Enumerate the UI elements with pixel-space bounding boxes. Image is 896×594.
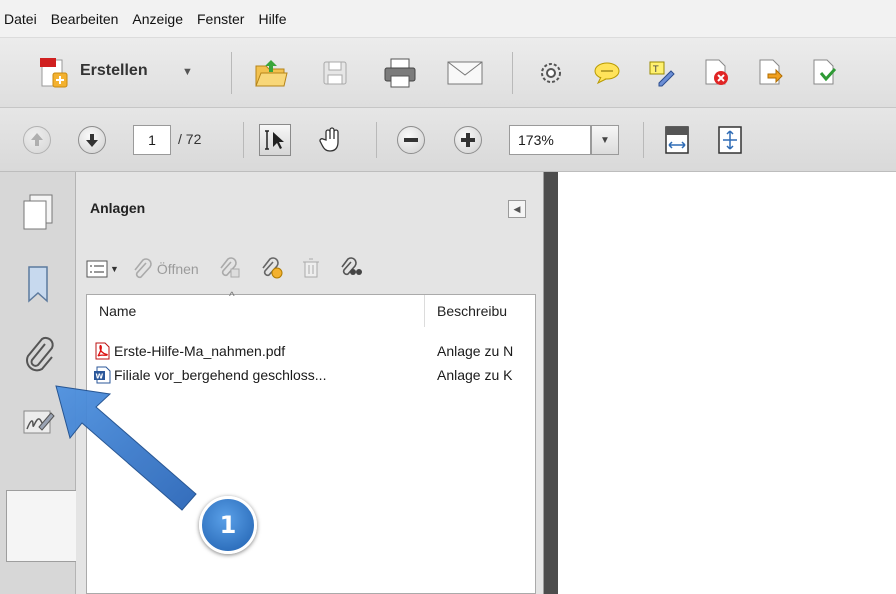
attachment-name: Erste-Hilfe-Ma_nahmen.pdf: [114, 343, 286, 359]
options-dropdown-icon: ▼: [110, 264, 119, 274]
zoom-out-button[interactable]: [397, 126, 425, 154]
save-icon[interactable]: [318, 56, 352, 90]
svg-text:T: T: [652, 65, 659, 75]
delete-attachment-icon[interactable]: [301, 257, 321, 282]
select-tool-icon[interactable]: [259, 124, 291, 156]
hand-tool-icon[interactable]: [316, 124, 348, 156]
toolbar-divider: [643, 122, 644, 158]
create-button[interactable]: Erstellen: [80, 62, 148, 80]
word-file-icon: W: [94, 366, 111, 384]
zoom-input[interactable]: 173%: [509, 125, 591, 155]
column-name-label: Name: [99, 303, 137, 319]
main-toolbar: Erstellen ▼ T: [0, 38, 896, 108]
settings-gear-icon[interactable]: [536, 58, 566, 88]
attachments-toolbar: ▼ Öffnen: [86, 252, 363, 286]
highlight-edit-icon[interactable]: T: [646, 58, 678, 88]
toolbar-divider: [376, 122, 377, 158]
sort-ascending-icon: ^: [229, 289, 235, 303]
menu-hilfe[interactable]: Hilfe: [258, 11, 294, 27]
menu-anzeige[interactable]: Anzeige: [132, 11, 191, 27]
menu-datei[interactable]: Datei: [4, 11, 45, 27]
attachment-description: Anlage zu N: [437, 343, 514, 359]
search-attachment-icon[interactable]: [339, 256, 363, 282]
arrow-down-icon: [86, 134, 98, 147]
secure-file-icon[interactable]: [808, 56, 840, 88]
comment-icon[interactable]: [592, 58, 622, 88]
document-page[interactable]: [558, 172, 896, 594]
attachment-name-cell: W Filiale vor_bergehend geschloss...: [93, 363, 423, 387]
attachments-tab-active: [6, 490, 78, 562]
toolbar-divider: [231, 52, 232, 94]
add-attachment-icon[interactable]: [259, 256, 283, 282]
fit-width-icon[interactable]: [661, 124, 693, 156]
reject-file-icon[interactable]: [700, 56, 732, 88]
annotation-badge: 1: [199, 496, 257, 554]
arrow-up-icon: [31, 133, 43, 146]
signatures-icon[interactable]: [10, 394, 66, 450]
attachment-row[interactable]: Erste-Hilfe-Ma_nahmen.pdf Anlage zu N: [87, 339, 537, 363]
menu-fenster[interactable]: Fenster: [197, 11, 252, 27]
open-attachment-button[interactable]: Öffnen: [131, 258, 199, 280]
column-description-label: Beschreibu: [437, 303, 508, 319]
attachments-panel: Anlagen ◀ ▼ Öffnen ^ Name Beschreibu Ers…: [76, 172, 544, 594]
pdf-file-icon: [95, 342, 110, 360]
attachment-name-cell: Erste-Hilfe-Ma_nahmen.pdf: [93, 339, 423, 363]
svg-text:W: W: [96, 373, 104, 381]
open-attachment-label: Öffnen: [156, 261, 199, 277]
options-menu-button[interactable]: ▼: [86, 260, 119, 278]
save-attachment-icon[interactable]: [217, 256, 241, 282]
open-clip-icon: [134, 258, 152, 279]
create-dropdown-icon[interactable]: ▼: [182, 66, 193, 78]
column-header-description[interactable]: Beschreibu: [425, 295, 537, 327]
menu-bearbeiten[interactable]: Bearbeiten: [51, 11, 127, 27]
minus-icon: [404, 138, 418, 142]
next-page-button[interactable]: [78, 126, 106, 154]
email-icon[interactable]: [444, 56, 486, 90]
attachments-icon[interactable]: [10, 326, 66, 382]
page-number-input[interactable]: 1: [133, 125, 171, 155]
page-total: / 72: [178, 131, 202, 147]
export-file-icon[interactable]: [754, 56, 786, 88]
options-list-icon: [86, 260, 108, 278]
document-view: [544, 172, 896, 594]
column-header-name[interactable]: ^ Name: [87, 289, 425, 327]
open-folder-icon[interactable]: [252, 54, 290, 92]
fit-page-icon[interactable]: [714, 124, 746, 156]
page-thumbnails-icon[interactable]: [10, 184, 66, 240]
navigation-toolbar: 1 / 72 173% ▼: [0, 108, 896, 172]
zoom-dropdown-icon[interactable]: ▼: [591, 125, 619, 155]
menu-bar: Datei Bearbeiten Anzeige Fenster Hilfe: [0, 0, 896, 38]
plus-icon: [461, 133, 475, 147]
toolbar-divider: [243, 122, 244, 158]
collapse-panel-button[interactable]: ◀: [508, 200, 526, 218]
bookmarks-icon[interactable]: [10, 256, 66, 312]
previous-page-button[interactable]: [23, 126, 51, 154]
print-icon[interactable]: [380, 55, 420, 91]
attachment-name: Filiale vor_bergehend geschloss...: [114, 367, 327, 383]
attachment-description: Anlage zu K: [437, 367, 513, 383]
panel-title: Anlagen: [90, 200, 146, 216]
navigation-pane-rail: [0, 172, 78, 594]
zoom-in-button[interactable]: [454, 126, 482, 154]
create-pdf-icon[interactable]: [36, 55, 72, 91]
attachments-list: ^ Name Beschreibu Erste-Hilfe-Ma_nahmen.…: [86, 289, 537, 594]
attachment-row[interactable]: W Filiale vor_bergehend geschloss... Anl…: [87, 363, 537, 387]
toolbar-divider: [512, 52, 513, 94]
